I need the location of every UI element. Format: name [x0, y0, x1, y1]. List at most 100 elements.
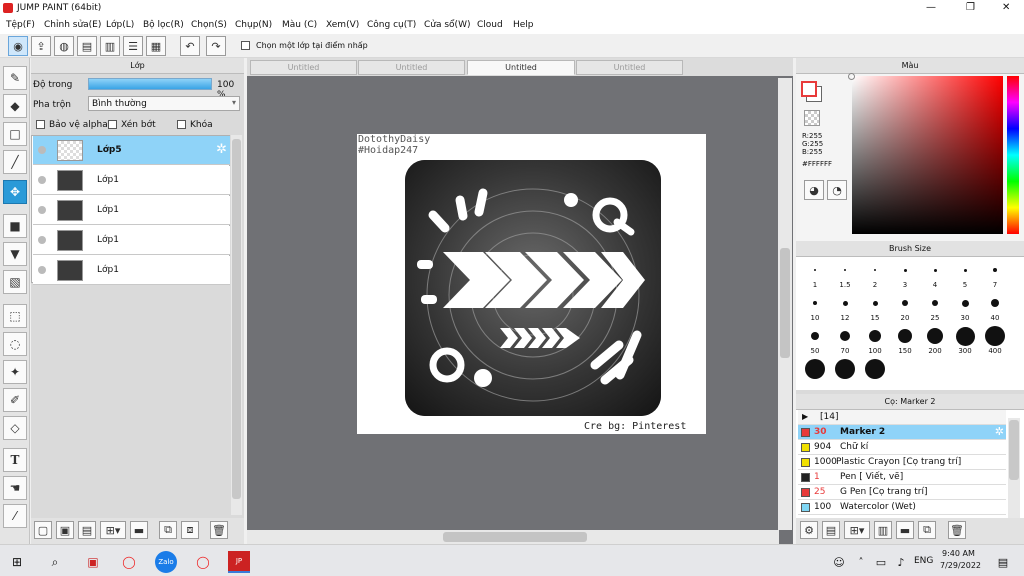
- menu-tools[interactable]: Công cụ(T): [367, 20, 416, 30]
- brush-item[interactable]: 30 Marker 2 ✲: [798, 425, 1006, 440]
- menu-view[interactable]: Xem(V): [326, 20, 359, 30]
- duplicate-layer-icon[interactable]: ⧉: [159, 521, 177, 539]
- brush-size-cell[interactable]: 10: [800, 292, 830, 326]
- protect-alpha-checkbox[interactable]: Bảo vệ alpha: [36, 120, 108, 130]
- layer-row[interactable]: Lớp1: [33, 166, 230, 195]
- brush-size-cell[interactable]: 40: [980, 292, 1010, 326]
- clock-date[interactable]: 7/29/2022: [940, 561, 981, 570]
- folder-icon[interactable]: ▬: [130, 521, 148, 539]
- redo-icon[interactable]: ↷: [206, 36, 226, 56]
- eyedropper-tool-icon[interactable]: ⁄: [3, 504, 27, 528]
- brush-size-cell[interactable]: [860, 358, 890, 390]
- brush-info-icon[interactable]: ▥: [874, 521, 892, 539]
- brush-size-cell[interactable]: [800, 358, 830, 390]
- rectangle-tool-icon[interactable]: □: [3, 122, 27, 146]
- menu-cloud[interactable]: Cloud: [477, 20, 503, 30]
- palette-icon[interactable]: ◕: [804, 180, 824, 200]
- brush-size-cell[interactable]: 7: [980, 259, 1010, 293]
- brush-list-scrollbar[interactable]: [1008, 418, 1020, 518]
- minimize-button[interactable]: —: [926, 2, 936, 13]
- eraser-tool-icon[interactable]: ◆: [3, 94, 27, 118]
- brush-size-cell[interactable]: 1: [800, 259, 830, 293]
- brush-size-cell[interactable]: 200: [920, 325, 950, 359]
- menu-snap[interactable]: Chụp(N): [235, 20, 272, 30]
- visibility-icon[interactable]: [38, 206, 46, 214]
- brush-size-cell[interactable]: [830, 358, 860, 390]
- new-1bit-layer-icon[interactable]: ▤: [78, 521, 96, 539]
- notification-icon[interactable]: ▤: [992, 551, 1014, 573]
- jump-paint-taskbar-icon[interactable]: JP: [228, 551, 250, 573]
- menu-layer[interactable]: Lớp(L): [106, 20, 134, 30]
- people-icon[interactable]: ☺: [828, 551, 850, 573]
- add-layer-menu-icon[interactable]: ⊞▾: [100, 521, 126, 539]
- brush-size-cell[interactable]: 70: [830, 325, 860, 359]
- brush-size-cell[interactable]: 100: [860, 325, 890, 359]
- layer-row[interactable]: Lớp1: [33, 256, 230, 285]
- grid-icon[interactable]: ▦: [146, 36, 166, 56]
- network-icon[interactable]: ▭: [870, 551, 892, 573]
- add-brush-menu-icon[interactable]: ⊞▾: [844, 521, 870, 539]
- horizontal-scrollbar[interactable]: [247, 530, 779, 544]
- brush-item[interactable]: 904 Chữ kí: [798, 440, 1006, 455]
- color-picker-area[interactable]: [848, 73, 1003, 234]
- brush-size-cell[interactable]: 400: [980, 325, 1010, 359]
- clipping-checkbox[interactable]: Xén bớt: [108, 120, 156, 130]
- brush-size-cell[interactable]: 300: [950, 325, 980, 359]
- brush-item[interactable]: 1000 Plastic Crayon [Cọ trang trí]: [798, 455, 1006, 470]
- lasso-tool-icon[interactable]: ◌: [3, 332, 27, 356]
- brush-size-cell[interactable]: 15: [860, 292, 890, 326]
- brush-duplicate-icon[interactable]: ⧉: [918, 521, 936, 539]
- layer-row[interactable]: Lớp5 ✲: [33, 136, 230, 165]
- brush-size-cell[interactable]: 20: [890, 292, 920, 326]
- gear-icon[interactable]: ✲: [995, 425, 1004, 439]
- brush-group-row[interactable]: ▶ [14]: [798, 410, 1006, 425]
- select-layer-checkbox[interactable]: [241, 41, 254, 51]
- layer-row[interactable]: Lớp1: [33, 226, 230, 255]
- color-picker-cursor[interactable]: [848, 73, 855, 80]
- brush-tool-icon[interactable]: ✎: [3, 66, 27, 90]
- hue-slider[interactable]: [1007, 76, 1019, 234]
- brush-folder-icon[interactable]: ▬: [896, 521, 914, 539]
- bucket-tool-icon[interactable]: ▼: [3, 242, 27, 266]
- palette-settings-icon[interactable]: ◔: [827, 180, 847, 200]
- visibility-icon[interactable]: [38, 266, 46, 274]
- document-tab-active[interactable]: Untitled: [467, 60, 575, 75]
- document-tab[interactable]: Untitled: [358, 60, 465, 75]
- layer-row[interactable]: Lớp1: [33, 196, 230, 225]
- vertical-scrollbar[interactable]: [778, 78, 792, 530]
- brush-item[interactable]: 100 Watercolor (Wet): [798, 500, 1006, 515]
- new-layer-icon[interactable]: ▢: [34, 521, 52, 539]
- brush-size-cell[interactable]: 12: [830, 292, 860, 326]
- chevron-up-icon[interactable]: ˄: [850, 551, 872, 573]
- list-icon[interactable]: ☰: [123, 36, 143, 56]
- merge-layer-icon[interactable]: ⧈: [181, 521, 199, 539]
- brush-settings-icon[interactable]: ⚙: [800, 521, 818, 539]
- visibility-icon[interactable]: [38, 236, 46, 244]
- app-icon-1[interactable]: ▣: [82, 551, 104, 573]
- visibility-icon[interactable]: [38, 176, 46, 184]
- menu-file[interactable]: Tệp(F): [6, 20, 35, 30]
- clock-time[interactable]: 9:40 AM: [942, 549, 975, 558]
- sync-icon[interactable]: ◉: [8, 36, 28, 56]
- share-icon[interactable]: ⇪: [31, 36, 51, 56]
- brush-copy-icon[interactable]: ▤: [822, 521, 840, 539]
- line-tool-icon[interactable]: ╱: [3, 150, 27, 174]
- brush-size-cell[interactable]: 30: [950, 292, 980, 326]
- blend-mode-select[interactable]: Bình thường ▾: [88, 96, 240, 111]
- zalo-icon[interactable]: Zalo: [155, 551, 177, 573]
- menu-window[interactable]: Cửa sổ(W): [424, 20, 470, 30]
- document-icon[interactable]: ▥: [100, 36, 120, 56]
- menu-select[interactable]: Chọn(S): [191, 20, 227, 30]
- transparent-color-swatch[interactable]: [804, 110, 820, 126]
- lock-checkbox[interactable]: Khóa: [177, 120, 213, 130]
- search-icon[interactable]: ⌕: [44, 551, 66, 573]
- brush-size-cell[interactable]: 3: [890, 259, 920, 293]
- text-tool-icon[interactable]: T: [3, 448, 27, 472]
- gradient-tool-icon[interactable]: ▧: [3, 270, 27, 294]
- windows-start-icon[interactable]: ⊞: [6, 551, 28, 573]
- comment-icon[interactable]: ◍: [54, 36, 74, 56]
- brush-size-cell[interactable]: 25: [920, 292, 950, 326]
- menu-edit[interactable]: Chỉnh sửa(E): [44, 20, 101, 30]
- visibility-icon[interactable]: [38, 146, 46, 154]
- brush-size-cell[interactable]: 1.5: [830, 259, 860, 293]
